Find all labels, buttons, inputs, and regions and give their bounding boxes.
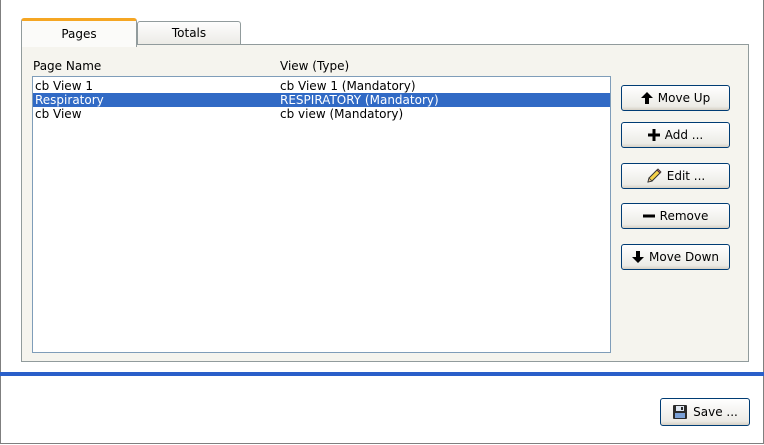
edit-label: Edit ...: [666, 169, 706, 183]
list-item[interactable]: cb View 1 cb View 1 (Mandatory): [33, 79, 610, 93]
floppy-disk-icon: [672, 404, 688, 420]
page-name: cb View 1: [35, 79, 93, 93]
minus-icon: [642, 210, 655, 222]
page-name: cb View: [35, 107, 82, 121]
separator-line: [0, 372, 764, 376]
view-type: RESPIRATORY (Mandatory): [280, 93, 439, 107]
list-item[interactable]: cb View cb view (Mandatory): [33, 107, 610, 121]
pages-list[interactable]: cb View 1 cb View 1 (Mandatory) Respirat…: [32, 76, 611, 353]
column-header-page-name: Page Name: [33, 59, 102, 73]
move-down-label: Move Down: [649, 250, 719, 264]
edit-button[interactable]: Edit ...: [621, 163, 730, 189]
remove-label: Remove: [659, 209, 709, 223]
view-type: cb view (Mandatory): [280, 107, 404, 121]
add-label: Add ...: [664, 128, 704, 142]
move-up-label: Move Up: [657, 91, 711, 105]
view-type: cb View 1 (Mandatory): [280, 79, 416, 93]
save-label: Save ...: [693, 405, 738, 419]
pencil-icon: [646, 168, 662, 184]
tab-pages[interactable]: Pages: [21, 18, 137, 47]
add-button[interactable]: Add ...: [621, 122, 730, 148]
column-header-view-type: View (Type): [280, 59, 350, 73]
move-up-button[interactable]: Move Up: [621, 85, 730, 111]
tab-totals[interactable]: Totals: [137, 21, 241, 44]
plus-icon: [647, 129, 660, 141]
page-name: Respiratory: [35, 93, 104, 107]
pages-panel: Page Name View (Type) cb View 1 cb View …: [21, 44, 749, 362]
arrow-up-icon: [640, 92, 653, 104]
save-button[interactable]: Save ...: [660, 398, 750, 426]
arrow-down-icon: [632, 251, 644, 263]
list-item-selected[interactable]: Respiratory RESPIRATORY (Mandatory): [33, 93, 610, 107]
remove-button[interactable]: Remove: [621, 203, 730, 229]
move-down-button[interactable]: Move Down: [621, 244, 730, 270]
